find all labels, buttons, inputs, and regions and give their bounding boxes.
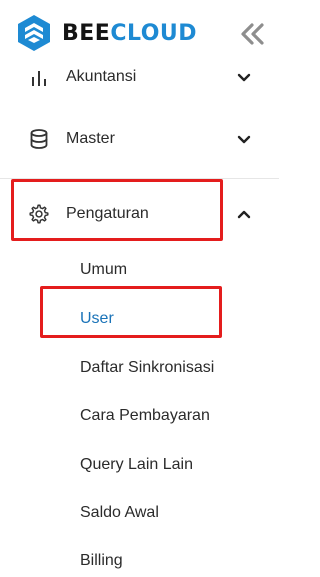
bar-chart-icon: [32, 71, 46, 86]
sidebar-item-label: Akuntansi: [66, 68, 137, 85]
submenu-item-user[interactable]: User: [80, 310, 114, 328]
gear-icon: [29, 204, 49, 224]
submenu-item-saldo-awal[interactable]: Saldo Awal: [80, 504, 159, 522]
submenu-item-daftar-sinkronisasi[interactable]: Daftar Sinkronisasi: [80, 359, 214, 377]
highlight-box: [40, 286, 222, 338]
submenu-item-umum[interactable]: Umum: [80, 261, 127, 279]
sidebar-item-akuntansi[interactable]: Akuntansi: [0, 58, 279, 98]
double-chevron-left-icon: [241, 23, 264, 45]
sidebar-item-label: Master: [66, 130, 115, 147]
submenu-item-billing[interactable]: Billing: [80, 552, 123, 570]
brand-name: BEECLOUD: [62, 20, 198, 46]
chevron-down-icon: [237, 73, 251, 82]
sidebar-item-master[interactable]: Master: [0, 120, 279, 160]
sidebar-item-pengaturan[interactable]: Pengaturan: [0, 194, 279, 234]
submenu-item-query-lain-lain[interactable]: Query Lain Lain: [80, 456, 193, 474]
submenu-item-cara-pembayaran[interactable]: Cara Pembayaran: [80, 407, 210, 425]
brand-logo[interactable]: BEECLOUD: [16, 13, 197, 53]
sidebar-item-label: Pengaturan: [66, 205, 149, 222]
chevron-up-icon: [237, 210, 251, 219]
beecloud-logo-icon: [18, 15, 50, 51]
chevron-down-icon: [237, 135, 251, 144]
collapse-sidebar-button[interactable]: [236, 18, 268, 50]
database-icon: [30, 129, 48, 149]
